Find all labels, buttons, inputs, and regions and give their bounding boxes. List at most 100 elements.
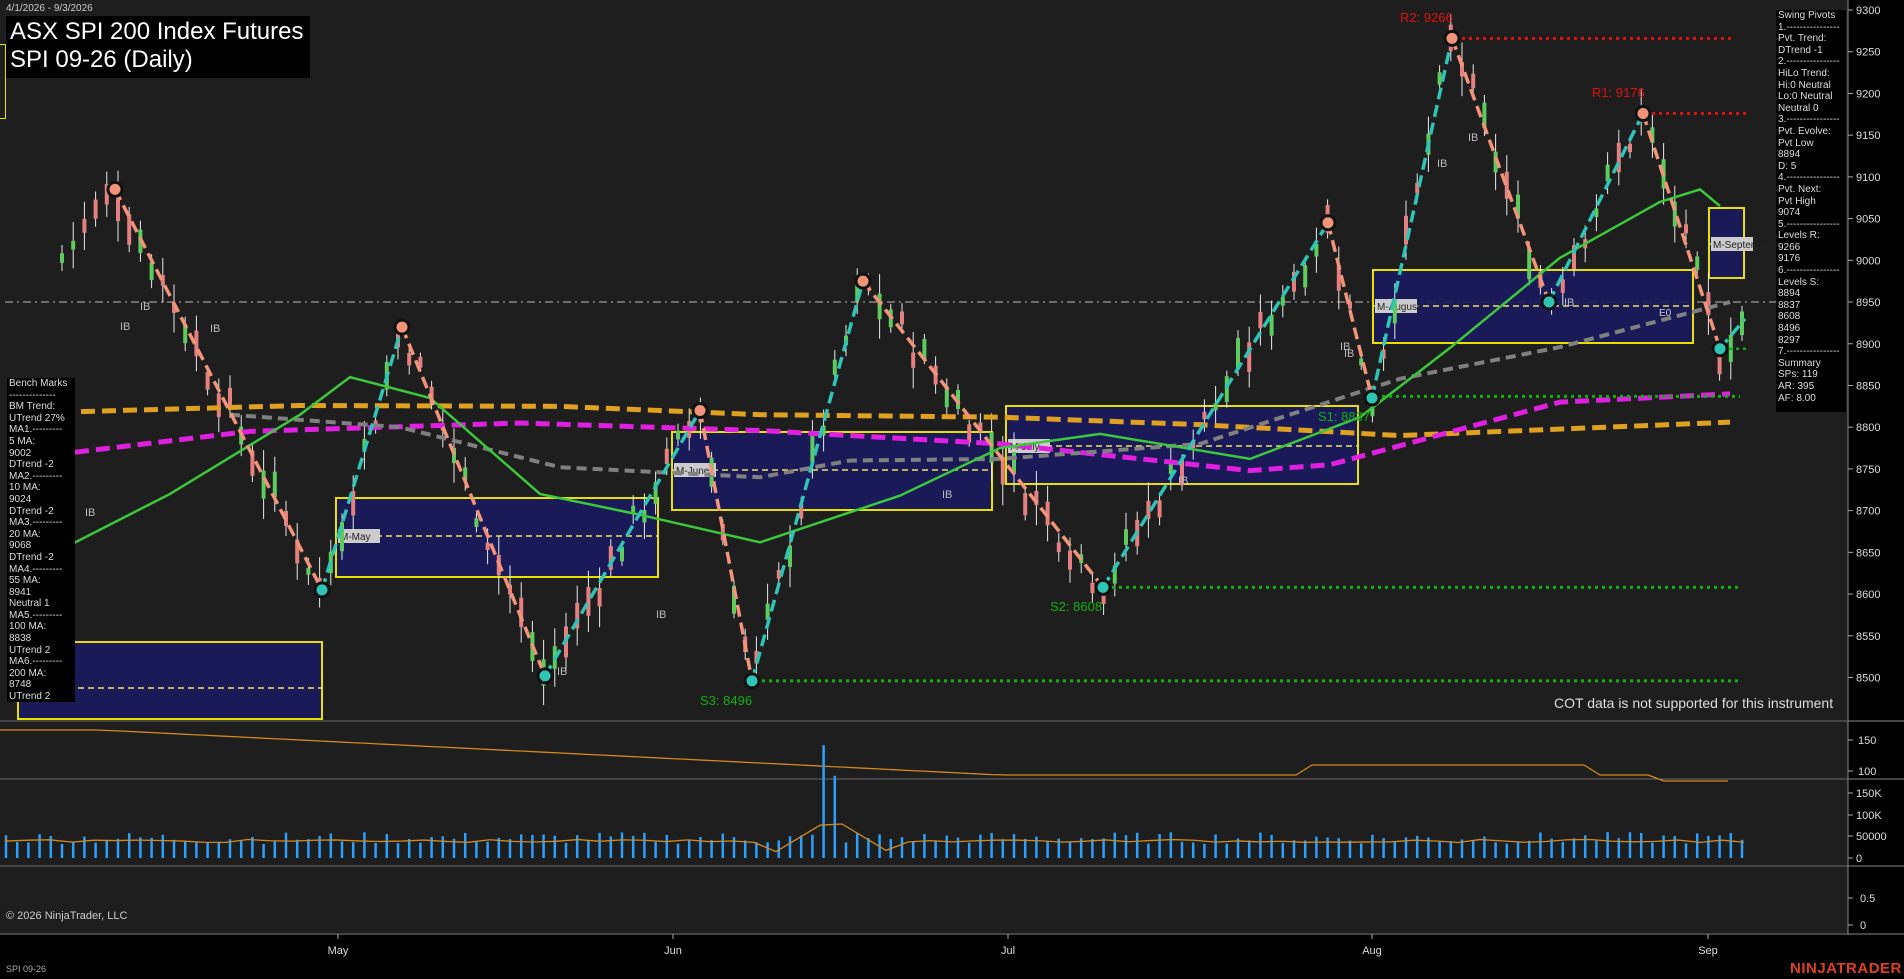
price-tick-label: 8500	[1856, 673, 1880, 685]
candle-body[interactable]	[1258, 311, 1263, 329]
candle-body[interactable]	[676, 430, 680, 440]
candle-body[interactable]	[127, 214, 132, 245]
chart-canvas[interactable]: M-AprilM-MayM-JuneM-JulyM-AugustM-Septem…	[0, 0, 1904, 979]
swing-low-pivot[interactable]	[1094, 578, 1112, 596]
candle-body[interactable]	[1437, 72, 1442, 85]
candle-body[interactable]	[877, 293, 882, 320]
price-tick-label: 9050	[1856, 214, 1880, 226]
candle-body[interactable]	[407, 352, 412, 366]
price-tick-label: 8600	[1856, 589, 1880, 601]
price-tick-label: 9300	[1856, 5, 1880, 17]
swing-pivots-line: 8837	[1778, 299, 1801, 311]
swing-low-pivot[interactable]	[1711, 340, 1729, 358]
candle-body[interactable]	[597, 588, 602, 607]
candle-body[interactable]	[485, 542, 490, 551]
candle-body[interactable]	[82, 218, 87, 233]
swing-low-pivot[interactable]	[743, 672, 761, 690]
candle-body[interactable]	[71, 240, 76, 250]
swing-low-pivot[interactable]	[536, 667, 554, 685]
candle-body[interactable]	[911, 352, 916, 368]
swing-pivots-line: 9074	[1778, 207, 1801, 219]
price-tick-label: 8900	[1856, 339, 1880, 351]
candle-body[interactable]	[306, 567, 311, 575]
ib-marker: IB	[1564, 297, 1574, 309]
bench-marks-line: DTrend -2	[9, 505, 54, 517]
value-area-label: M-May	[340, 532, 371, 543]
oscillator-panel[interactable]	[0, 722, 1848, 778]
candle-body[interactable]	[1157, 500, 1162, 518]
swing-pivots-line: 3.----------------	[1778, 114, 1840, 126]
bench-marks-line: MA4.---------	[9, 563, 63, 575]
candle-body[interactable]	[340, 522, 344, 552]
ib-marker: IB	[1344, 348, 1354, 360]
price-tick-label: 8950	[1856, 297, 1880, 309]
candle-body[interactable]	[93, 199, 98, 219]
swing-low-pivot[interactable]	[313, 581, 331, 599]
swing-pivots-line: Levels R:	[1778, 230, 1820, 242]
candle-body[interactable]	[1740, 311, 1744, 336]
bench-marks-line: 9002	[9, 447, 32, 459]
contract-period: SPI 09-26 (Daily)	[10, 46, 193, 73]
copyright: © 2026 NinjaTrader, LLC	[6, 910, 128, 922]
candle-body[interactable]	[832, 359, 837, 375]
bench-marks-line: MA6.---------	[9, 656, 63, 668]
candle-body[interactable]	[1068, 550, 1072, 570]
swing-pivots-line: Pvt High	[1778, 195, 1816, 207]
bench-marks-line: MA5.---------	[9, 609, 63, 621]
swing-low-pivot[interactable]	[1540, 293, 1558, 311]
candle-body[interactable]	[810, 436, 815, 463]
candle-body[interactable]	[1560, 279, 1565, 293]
swing-pivots-line: 8608	[1778, 311, 1801, 323]
candle-body[interactable]	[1224, 376, 1229, 403]
candle-body[interactable]	[900, 311, 904, 325]
candle-body[interactable]	[1056, 542, 1061, 553]
bench-marks-line: 8748	[9, 679, 32, 691]
candle-body[interactable]	[664, 448, 669, 464]
time-tick-label: Jul	[1001, 945, 1015, 957]
price-tick-label: 9100	[1856, 172, 1880, 184]
support-s2-label: S2: 8608	[1050, 599, 1102, 614]
date-range: 4/1/2026 - 9/3/2026	[6, 3, 93, 14]
candle-body[interactable]	[1124, 529, 1128, 545]
candle-body[interactable]	[1471, 73, 1476, 89]
resistance-r1-label: R1: 9176	[1592, 85, 1645, 100]
candle-body[interactable]	[586, 587, 591, 616]
candle-body[interactable]	[1023, 493, 1028, 516]
time-tick-label: Jun	[664, 945, 682, 957]
swing-high-pivot[interactable]	[1443, 29, 1461, 47]
osc-tick-label: 100	[1858, 766, 1876, 778]
candle-body[interactable]	[1247, 342, 1252, 372]
candle-body[interactable]	[1628, 143, 1632, 153]
swing-high-pivot[interactable]	[393, 318, 411, 336]
candle-body[interactable]	[1404, 215, 1408, 245]
bench-marks-panel: Bench Marks -------------- BM Trend: UTrend…	[7, 378, 75, 702]
candle-body[interactable]	[149, 262, 154, 281]
swing-low-pivot[interactable]	[1363, 389, 1381, 407]
bench-marks-line: 9068	[9, 540, 32, 552]
swing-high-pivot[interactable]	[106, 180, 124, 198]
swing-high-pivot[interactable]	[1319, 214, 1337, 232]
swing-high-pivot[interactable]	[854, 272, 872, 290]
candle-body[interactable]	[1090, 582, 1095, 594]
candle-body[interactable]	[261, 470, 266, 499]
candle-body[interactable]	[1684, 224, 1688, 234]
swing-high-pivot[interactable]	[691, 402, 709, 419]
candle-body[interactable]	[1101, 594, 1106, 604]
ib-marker: IB	[210, 323, 220, 335]
candle-body[interactable]	[60, 253, 64, 263]
candle-body[interactable]	[1280, 296, 1285, 306]
instrument-name: ASX SPI 200 Index Futures	[10, 18, 304, 45]
price-tick-label: 8650	[1856, 547, 1880, 559]
candle-body[interactable]	[1695, 256, 1700, 270]
bench-marks-line: 55 MA:	[9, 575, 41, 587]
swing-pivots-line: Pvt. Next:	[1778, 183, 1822, 195]
swing-pivots-line: Pvt. Evolve:	[1778, 125, 1831, 137]
candle-body[interactable]	[228, 387, 232, 406]
lower-panel[interactable]	[0, 867, 1848, 933]
price-tick-label: 9000	[1856, 255, 1880, 267]
candle-body[interactable]	[474, 518, 479, 528]
bench-marks-line: 10 MA:	[9, 482, 41, 494]
swing-high-pivot[interactable]	[1634, 104, 1652, 122]
swing-pivots-line: 7.----------------	[1778, 346, 1840, 358]
candle-body[interactable]	[1303, 265, 1308, 288]
